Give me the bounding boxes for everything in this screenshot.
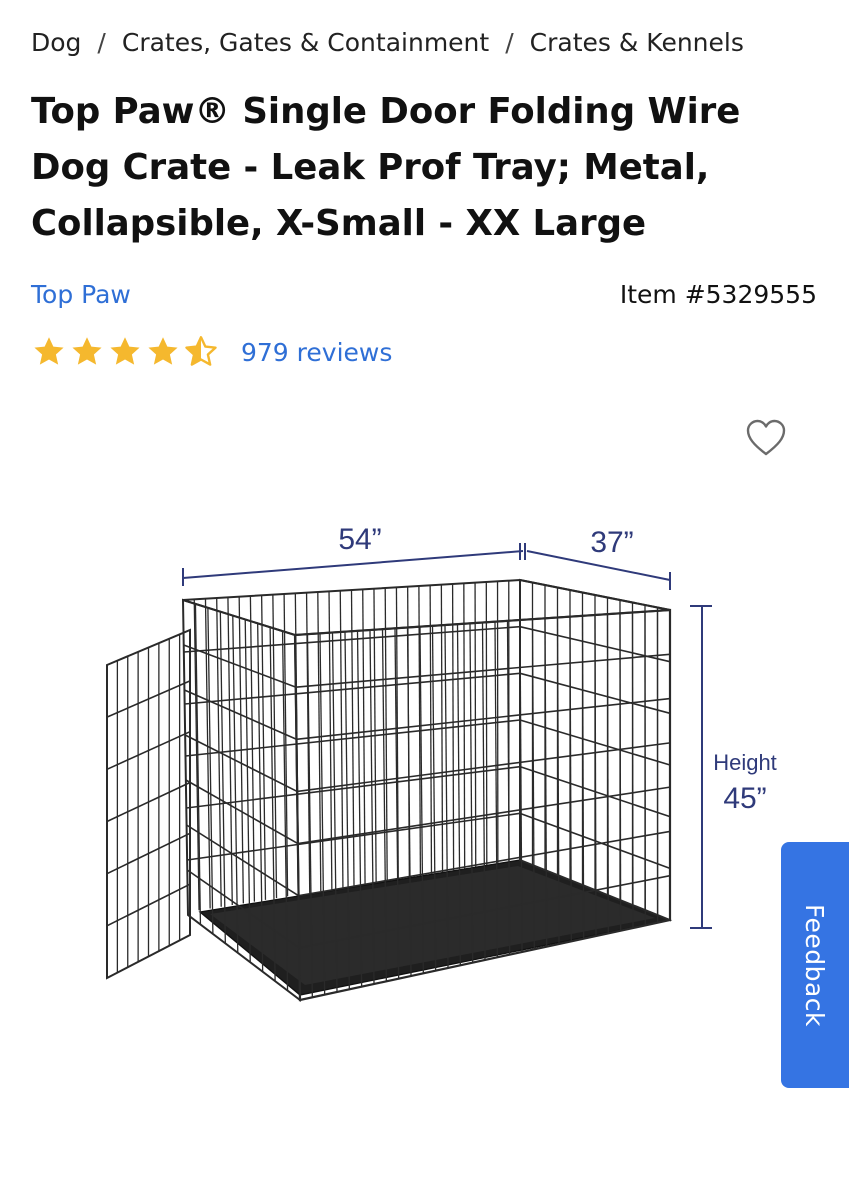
depth-dimension-label: 37” bbox=[590, 526, 633, 559]
width-dimension-label: 54” bbox=[338, 523, 381, 556]
rating[interactable]: 979 reviews bbox=[31, 334, 392, 370]
star-half-icon bbox=[185, 336, 217, 366]
star-icon bbox=[110, 337, 140, 365]
breadcrumb: Dog / Crates, Gates & Containment / Crat… bbox=[31, 28, 744, 57]
breadcrumb-crates-gates[interactable]: Crates, Gates & Containment bbox=[122, 28, 489, 57]
height-dimension-label: 45” bbox=[723, 782, 766, 815]
breadcrumb-separator: / bbox=[505, 28, 514, 57]
height-caption: Height bbox=[713, 750, 777, 775]
product-image: 54” 37” Height 45” bbox=[106, 523, 777, 1003]
feedback-button[interactable]: Feedback bbox=[781, 842, 849, 1088]
star-icon bbox=[148, 337, 178, 365]
product-title: Top Paw® Single Door Folding Wire Dog Cr… bbox=[31, 91, 741, 244]
item-number: Item #5329555 bbox=[619, 280, 817, 309]
heart-outline-icon[interactable] bbox=[744, 417, 788, 461]
feedback-label: Feedback bbox=[800, 903, 830, 1027]
star-rating bbox=[31, 334, 219, 370]
star-icon bbox=[34, 337, 64, 365]
brand-link[interactable]: Top Paw bbox=[31, 280, 131, 309]
breadcrumb-dog[interactable]: Dog bbox=[31, 28, 81, 57]
breadcrumb-crates-kennels[interactable]: Crates & Kennels bbox=[530, 28, 744, 57]
breadcrumb-separator: / bbox=[97, 28, 106, 57]
reviews-link[interactable]: 979 reviews bbox=[241, 338, 392, 367]
star-icon bbox=[72, 337, 102, 365]
crate-drawing bbox=[106, 578, 673, 1003]
